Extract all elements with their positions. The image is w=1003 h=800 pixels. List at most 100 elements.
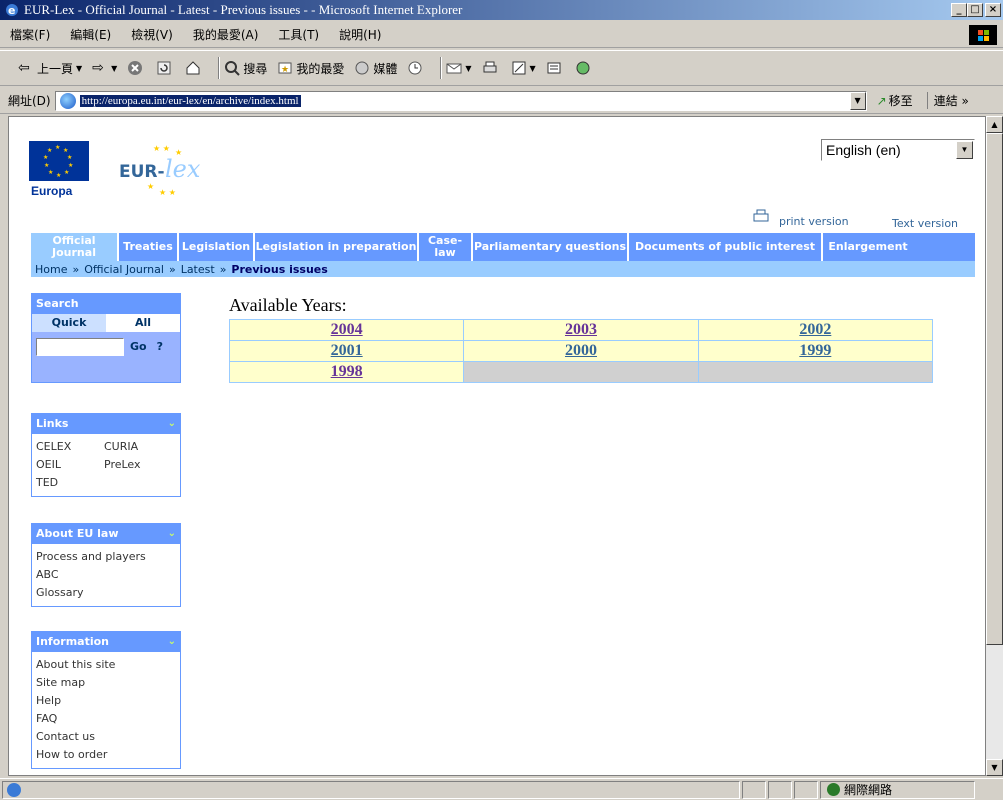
quick-search-input[interactable] [36,338,124,356]
search-tab-all[interactable]: All [106,314,180,332]
information-box: Information ⌄ About this site Site map He… [31,631,181,769]
menu-favorites[interactable]: 我的最愛(A) [183,26,269,43]
minimize-button[interactable]: _ [951,3,967,17]
years-table: 2004 2003 2002 2001 2000 1999 1998 [228,319,934,383]
eurlex-logo[interactable]: EUR- lex ★ ★ ★ ★ ★ ★ [113,139,223,201]
status-cell [794,780,818,799]
nav-legislation-in-preparation[interactable]: Legislation in preparation [255,233,419,261]
print-button[interactable] [482,60,501,76]
europa-logo-text[interactable]: Europa [31,184,72,198]
year-link[interactable]: 1998 [331,363,363,380]
scroll-up-arrow-icon[interactable]: ▲ [986,116,1003,133]
nav-legislation[interactable]: Legislation [179,233,255,261]
link-abc[interactable]: ABC [36,566,176,584]
search-tab-quick[interactable]: Quick [32,314,106,332]
info-box-header[interactable]: Information ⌄ [32,632,180,652]
nav-documents-public-interest[interactable]: Documents of public interest [629,233,823,261]
menu-edit[interactable]: 編輯(E) [60,26,121,43]
browser-toolbar: ⇦ 上一頁 ▼ ⇨ ▼ 搜尋 ★ 我的最愛 媒體 ▼ ▼ [0,50,1003,86]
discuss-button[interactable] [546,60,565,76]
link-site-map[interactable]: Site map [36,674,176,692]
links-toolbar[interactable]: 連結 » [926,92,969,109]
messenger-button[interactable] [575,60,594,76]
breadcrumb-latest[interactable]: Latest [181,263,215,276]
nav-enlargement[interactable]: Enlargement [823,233,913,261]
about-box-title: About EU law [36,527,119,540]
menu-file[interactable]: 檔案(F) [0,26,60,43]
link-help[interactable]: Help [36,692,176,710]
address-bar: 網址(D) http://europa.eu.int/eur-lex/en/ar… [0,88,1003,114]
language-select-value: English (en) [826,142,901,158]
year-link[interactable]: 2003 [565,321,597,338]
scroll-thumb[interactable] [986,133,1003,645]
link-about-this-site[interactable]: About this site [36,656,176,674]
status-cell [768,780,792,799]
mail-dropdown-icon[interactable]: ▼ [465,64,471,73]
year-link[interactable]: 2004 [331,321,363,338]
text-version-link[interactable]: Text version [892,217,958,230]
search-go-button[interactable]: Go [130,338,147,356]
nav-treaties[interactable]: Treaties [119,233,179,261]
year-link[interactable]: 2000 [565,342,597,359]
refresh-button[interactable] [156,60,175,76]
address-url[interactable]: http://europa.eu.int/eur-lex/en/archive/… [79,94,301,107]
chevron-down-icon[interactable]: ⌄ [168,414,176,434]
breadcrumb-official-journal[interactable]: Official Journal [84,263,164,276]
menu-help[interactable]: 說明(H) [329,26,391,43]
link-celex[interactable]: CELEX [36,438,104,456]
info-box-title: Information [36,635,109,648]
link-how-to-order[interactable]: How to order [36,746,176,764]
favorites-button[interactable]: ★ 我的最愛 [277,60,344,77]
back-button[interactable]: ⇦ 上一頁 ▼ [18,60,82,77]
page-icon [59,92,76,109]
link-ted[interactable]: TED [36,474,104,492]
stop-button[interactable] [127,60,146,76]
link-faq[interactable]: FAQ [36,710,176,728]
menu-tools[interactable]: 工具(T) [268,26,329,43]
link-prelex[interactable]: PreLex [104,456,164,474]
print-version-link[interactable]: print version [753,203,849,228]
links-box-header[interactable]: Links ⌄ [32,414,180,434]
nav-case-law[interactable]: Case-law [419,233,473,261]
year-cell: 2004 [228,319,465,341]
edit-button[interactable]: ▼ [511,60,536,76]
vertical-scrollbar[interactable]: ▲ ▼ [986,116,1003,776]
address-input[interactable]: http://europa.eu.int/eur-lex/en/archive/… [54,90,867,111]
link-curia[interactable]: CURIA [104,438,164,456]
maximize-button[interactable]: □ [967,3,983,17]
forward-button[interactable]: ⇨ ▼ [92,60,117,76]
address-dropdown-icon[interactable]: ▼ [849,91,866,110]
home-button[interactable] [185,60,204,76]
eu-flag-logo[interactable]: ★ ★ ★ ★ ★ ★ ★ ★ ★ ★ [29,141,89,181]
link-glossary[interactable]: Glossary [36,584,176,602]
breadcrumb-separator: » [72,262,80,276]
scroll-down-arrow-icon[interactable]: ▼ [986,759,1003,776]
history-button[interactable] [407,60,426,76]
nav-official-journal[interactable]: Official Journal [31,233,119,261]
svg-text:★: ★ [281,65,289,75]
year-link[interactable]: 1999 [799,342,831,359]
language-dropdown-icon[interactable]: ▼ [956,141,973,159]
link-contact-us[interactable]: Contact us [36,728,176,746]
go-button[interactable]: ↗ 移至 [877,92,913,109]
forward-dropdown-icon[interactable]: ▼ [111,64,117,73]
nav-parliamentary-questions[interactable]: Parliamentary questions [473,233,629,261]
about-box-header[interactable]: About EU law ⌄ [32,524,180,544]
menu-view[interactable]: 檢視(V) [121,26,183,43]
close-button[interactable]: × [985,3,1001,17]
year-link[interactable]: 2001 [331,342,363,359]
search-help-link[interactable]: ? [157,338,163,356]
link-process-and-players[interactable]: Process and players [36,548,176,566]
mail-button[interactable]: ▼ [446,60,472,76]
breadcrumb-home[interactable]: Home [35,263,67,276]
language-select[interactable]: English (en) ▼ [821,139,975,161]
chevron-down-icon[interactable]: ⌄ [168,524,176,544]
year-link[interactable]: 2002 [799,321,831,338]
search-button[interactable]: 搜尋 [224,60,267,77]
chevron-down-icon[interactable]: ⌄ [168,632,176,652]
link-oeil[interactable]: OEIL [36,456,104,474]
media-button[interactable]: 媒體 [354,60,397,77]
about-eu-law-box: About EU law ⌄ Process and players ABC Gl… [31,523,181,607]
back-dropdown-icon[interactable]: ▼ [76,64,82,73]
edit-dropdown-icon[interactable]: ▼ [530,64,536,73]
